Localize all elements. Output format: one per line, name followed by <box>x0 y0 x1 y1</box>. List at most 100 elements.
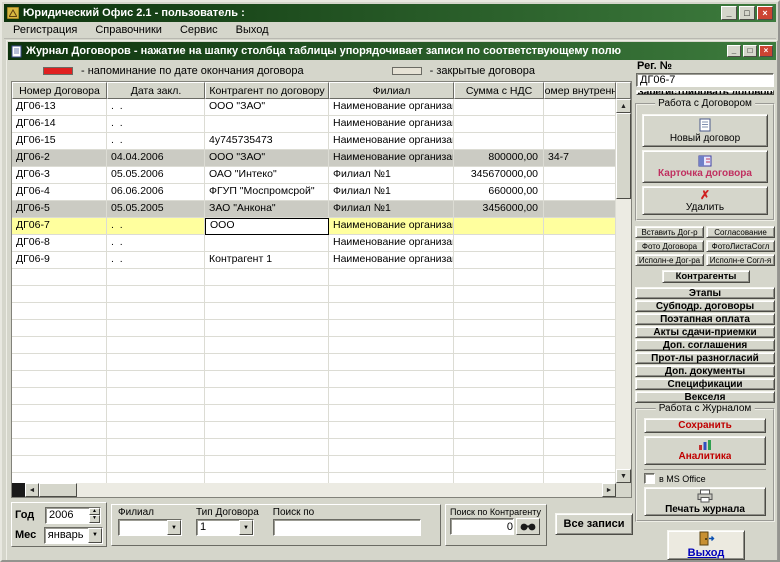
contragent-search-input[interactable] <box>450 518 514 535</box>
contract-type-dropdown-icon[interactable]: ▼ <box>239 520 253 535</box>
cell-internal[interactable] <box>544 235 616 252</box>
cell-sum[interactable] <box>454 235 544 252</box>
cell-date[interactable]: . . <box>107 116 205 133</box>
year-spinner[interactable]: ▲ ▼ <box>45 507 101 524</box>
cell-internal[interactable]: 34-7 <box>544 150 616 167</box>
cell-contragent[interactable]: 4у745735473 <box>205 133 329 150</box>
cell-date[interactable]: . . <box>107 252 205 269</box>
year-up-icon[interactable]: ▲ <box>89 508 100 516</box>
cell-filial[interactable]: Наименование организации <box>329 99 454 116</box>
cell-sum[interactable]: 345670000,00 <box>454 167 544 184</box>
cell-contragent[interactable]: ООО "ЗАО" <box>205 99 329 116</box>
horizontal-scrollbar[interactable]: ◄ ► <box>12 483 616 497</box>
cell-contragent[interactable]: ООО "ЗАО" <box>205 150 329 167</box>
scroll-right-icon[interactable]: ► <box>602 483 616 497</box>
cell-num[interactable]: ДГ06-8 <box>12 235 107 252</box>
column-header[interactable]: Номер внутренни <box>544 82 616 99</box>
cell-filial[interactable]: Филиал №1 <box>329 167 454 184</box>
cell-num[interactable]: ДГ06-9 <box>12 252 107 269</box>
exit-button[interactable]: Выход <box>667 530 745 560</box>
journal-maximize-button[interactable]: □ <box>743 45 757 57</box>
cell-num[interactable]: ДГ06-15 <box>12 133 107 150</box>
section-button[interactable]: Этапы <box>635 287 775 299</box>
cell-contragent[interactable]: ФГУП "Моспромсрой" <box>205 184 329 201</box>
register-contract-button[interactable]: Зарегистрировать договор <box>636 90 774 95</box>
cell-sum[interactable] <box>454 116 544 133</box>
cell-sum[interactable] <box>454 133 544 150</box>
filial-dropdown-icon[interactable]: ▼ <box>167 520 181 535</box>
cell-filial[interactable]: Наименование организации <box>329 218 454 235</box>
cell-internal[interactable] <box>544 184 616 201</box>
vertical-scroll-track[interactable] <box>616 199 631 469</box>
column-header[interactable]: Контрагент по договору <box>205 82 329 99</box>
reg-number-input[interactable] <box>636 73 774 87</box>
new-contract-button[interactable]: Новый договор <box>642 114 768 147</box>
ms-office-checkbox[interactable] <box>644 473 655 484</box>
cell-internal[interactable] <box>544 167 616 184</box>
section-button[interactable]: Поэтапная оплата <box>635 313 775 325</box>
cell-filial[interactable]: Наименование организации <box>329 252 454 269</box>
menu-item[interactable]: Выход <box>227 23 278 37</box>
maximize-button[interactable]: □ <box>739 6 755 20</box>
cell-contragent[interactable]: Контрагент 1 <box>205 252 329 269</box>
column-header[interactable]: Дата закл. <box>107 82 205 99</box>
close-button[interactable]: × <box>757 6 773 20</box>
save-button[interactable]: Сохранить <box>644 418 766 433</box>
cell-sum[interactable] <box>454 252 544 269</box>
table-row[interactable]: ДГ06-15. .4у745735473Наименование органи… <box>12 133 616 150</box>
cell-date[interactable]: 05.05.2005 <box>107 201 205 218</box>
menu-item[interactable]: Регистрация <box>4 23 86 37</box>
scroll-left-icon[interactable]: ◄ <box>25 483 39 497</box>
table-row[interactable]: ДГ06-13. .ООО "ЗАО"Наименование организа… <box>12 99 616 116</box>
scroll-down-icon[interactable]: ▼ <box>616 469 631 483</box>
cell-filial[interactable]: Филиал №1 <box>329 201 454 218</box>
section-button[interactable]: Спецификации <box>635 378 775 390</box>
cell-num[interactable]: ДГ06-7 <box>12 218 107 235</box>
search-input[interactable] <box>273 519 421 536</box>
cell-date[interactable]: . . <box>107 133 205 150</box>
cell-contragent[interactable]: ООО <box>205 218 329 235</box>
year-down-icon[interactable]: ▼ <box>89 515 100 523</box>
cell-date[interactable]: . . <box>107 218 205 235</box>
print-journal-button[interactable]: Печать журнала <box>644 487 766 516</box>
vertical-scrollbar[interactable]: ▲ ▼ <box>616 99 631 483</box>
month-dropdown-icon[interactable]: ▼ <box>88 528 102 543</box>
contract-card-button[interactable]: Карточка договора <box>642 150 768 183</box>
small-action-button[interactable]: Вставить Дог-р <box>635 226 704 238</box>
all-records-button[interactable]: Все записи <box>555 513 633 535</box>
small-action-button[interactable]: ФотоЛистаСогл <box>706 240 775 252</box>
scroll-up-icon[interactable]: ▲ <box>616 99 631 113</box>
cell-contragent[interactable] <box>205 116 329 133</box>
table-row[interactable]: ДГ06-505.05.2005ЗАО "Анкона"Филиал №1345… <box>12 201 616 218</box>
cell-num[interactable]: ДГ06-13 <box>12 99 107 116</box>
cell-date[interactable]: . . <box>107 235 205 252</box>
table-row[interactable]: ДГ06-7. .ОООНаименование организации <box>12 218 616 235</box>
cell-num[interactable]: ДГ06-4 <box>12 184 107 201</box>
contract-type-combo[interactable]: 1 ▼ <box>196 519 254 536</box>
column-header[interactable]: Номер Договора <box>12 82 107 99</box>
cell-sum[interactable] <box>454 99 544 116</box>
cell-date[interactable]: 05.05.2006 <box>107 167 205 184</box>
month-combo[interactable]: январь ▼ <box>44 527 103 544</box>
cell-num[interactable]: ДГ06-14 <box>12 116 107 133</box>
cell-sum[interactable]: 660000,00 <box>454 184 544 201</box>
delete-contract-button[interactable]: ✗ Удалить <box>642 186 768 215</box>
horizontal-scroll-track[interactable] <box>77 483 602 497</box>
small-action-button[interactable]: Исполн-е Дог-ра <box>635 254 704 266</box>
section-button[interactable]: Субподр. договоры <box>635 300 775 312</box>
cell-num[interactable]: ДГ06-2 <box>12 150 107 167</box>
table-row[interactable]: ДГ06-305.05.2006ОАО "Интеко"Филиал №1345… <box>12 167 616 184</box>
table-row[interactable]: ДГ06-406.06.2006ФГУП "Моспромсрой"Филиал… <box>12 184 616 201</box>
binoculars-search-icon[interactable] <box>516 518 540 535</box>
column-header[interactable]: Филиал <box>329 82 454 99</box>
small-action-button[interactable]: Исполн-е Согл-я <box>706 254 775 266</box>
journal-minimize-button[interactable]: _ <box>727 45 741 57</box>
journal-close-button[interactable]: × <box>759 45 773 57</box>
cell-date[interactable]: 04.04.2006 <box>107 150 205 167</box>
section-button[interactable]: Векселя <box>635 391 775 403</box>
cell-internal[interactable] <box>544 133 616 150</box>
filial-combo[interactable]: ▼ <box>118 519 182 536</box>
menu-item[interactable]: Сервис <box>171 23 227 37</box>
contragents-button[interactable]: Контрагенты <box>662 270 750 283</box>
cell-sum[interactable]: 3456000,00 <box>454 201 544 218</box>
